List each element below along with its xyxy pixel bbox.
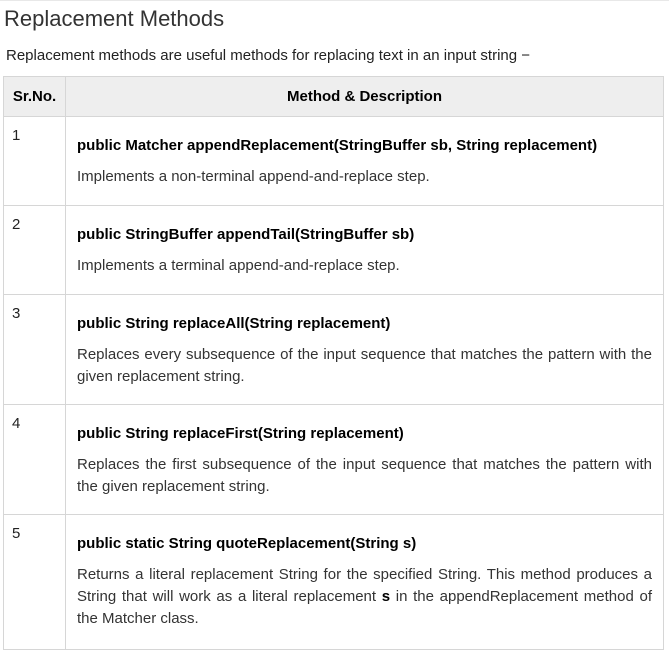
row-number: 4 [3,404,66,515]
table-row: 4 public String replaceFirst(String repl… [3,404,664,515]
method-cell: public static String quoteReplacement(St… [65,514,664,650]
column-header-method: Method & Description [65,76,664,117]
row-number: 1 [3,116,66,206]
method-description: Implements a non-terminal append-and-rep… [77,168,430,185]
row-number: 3 [3,294,66,405]
method-cell: public String replaceFirst(String replac… [65,404,664,515]
table-row: 1 public Matcher appendReplacement(Strin… [3,116,664,206]
method-cell: public StringBuffer appendTail(StringBuf… [65,205,664,295]
method-description: Returns a literal replacement String for… [77,564,652,630]
table-header-row: Sr.No. Method & Description [3,76,664,117]
table-row: 5 public static String quoteReplacement(… [3,514,664,650]
intro-paragraph: Replacement methods are useful methods f… [6,47,531,64]
method-cell: public String replaceAll(String replacem… [65,294,664,405]
method-description: Replaces every subsequence of the input … [77,346,652,385]
method-cell: public Matcher appendReplacement(StringB… [65,116,664,206]
description-bold-term: s [381,588,391,605]
column-header-srno: Sr.No. [3,76,66,117]
table-row: 2 public StringBuffer appendTail(StringB… [3,205,664,295]
top-divider [0,0,669,1]
method-signature: public StringBuffer appendTail(StringBuf… [77,226,415,243]
method-signature: public String replaceFirst(String replac… [77,425,404,442]
page-title: Replacement Methods [4,6,225,31]
row-number: 2 [3,205,66,295]
method-signature: public String replaceAll(String replacem… [77,315,391,332]
method-description: Replaces the first subsequence of the in… [77,456,652,495]
method-signature: public static String quoteReplacement(St… [77,535,417,552]
method-signature: public Matcher appendReplacement(StringB… [77,137,598,154]
methods-table: Sr.No. Method & Description 1 public Mat… [3,76,664,650]
table-row: 3 public String replaceAll(String replac… [3,294,664,405]
row-number: 5 [3,514,66,650]
method-description: Implements a terminal append-and-replace… [77,257,400,274]
